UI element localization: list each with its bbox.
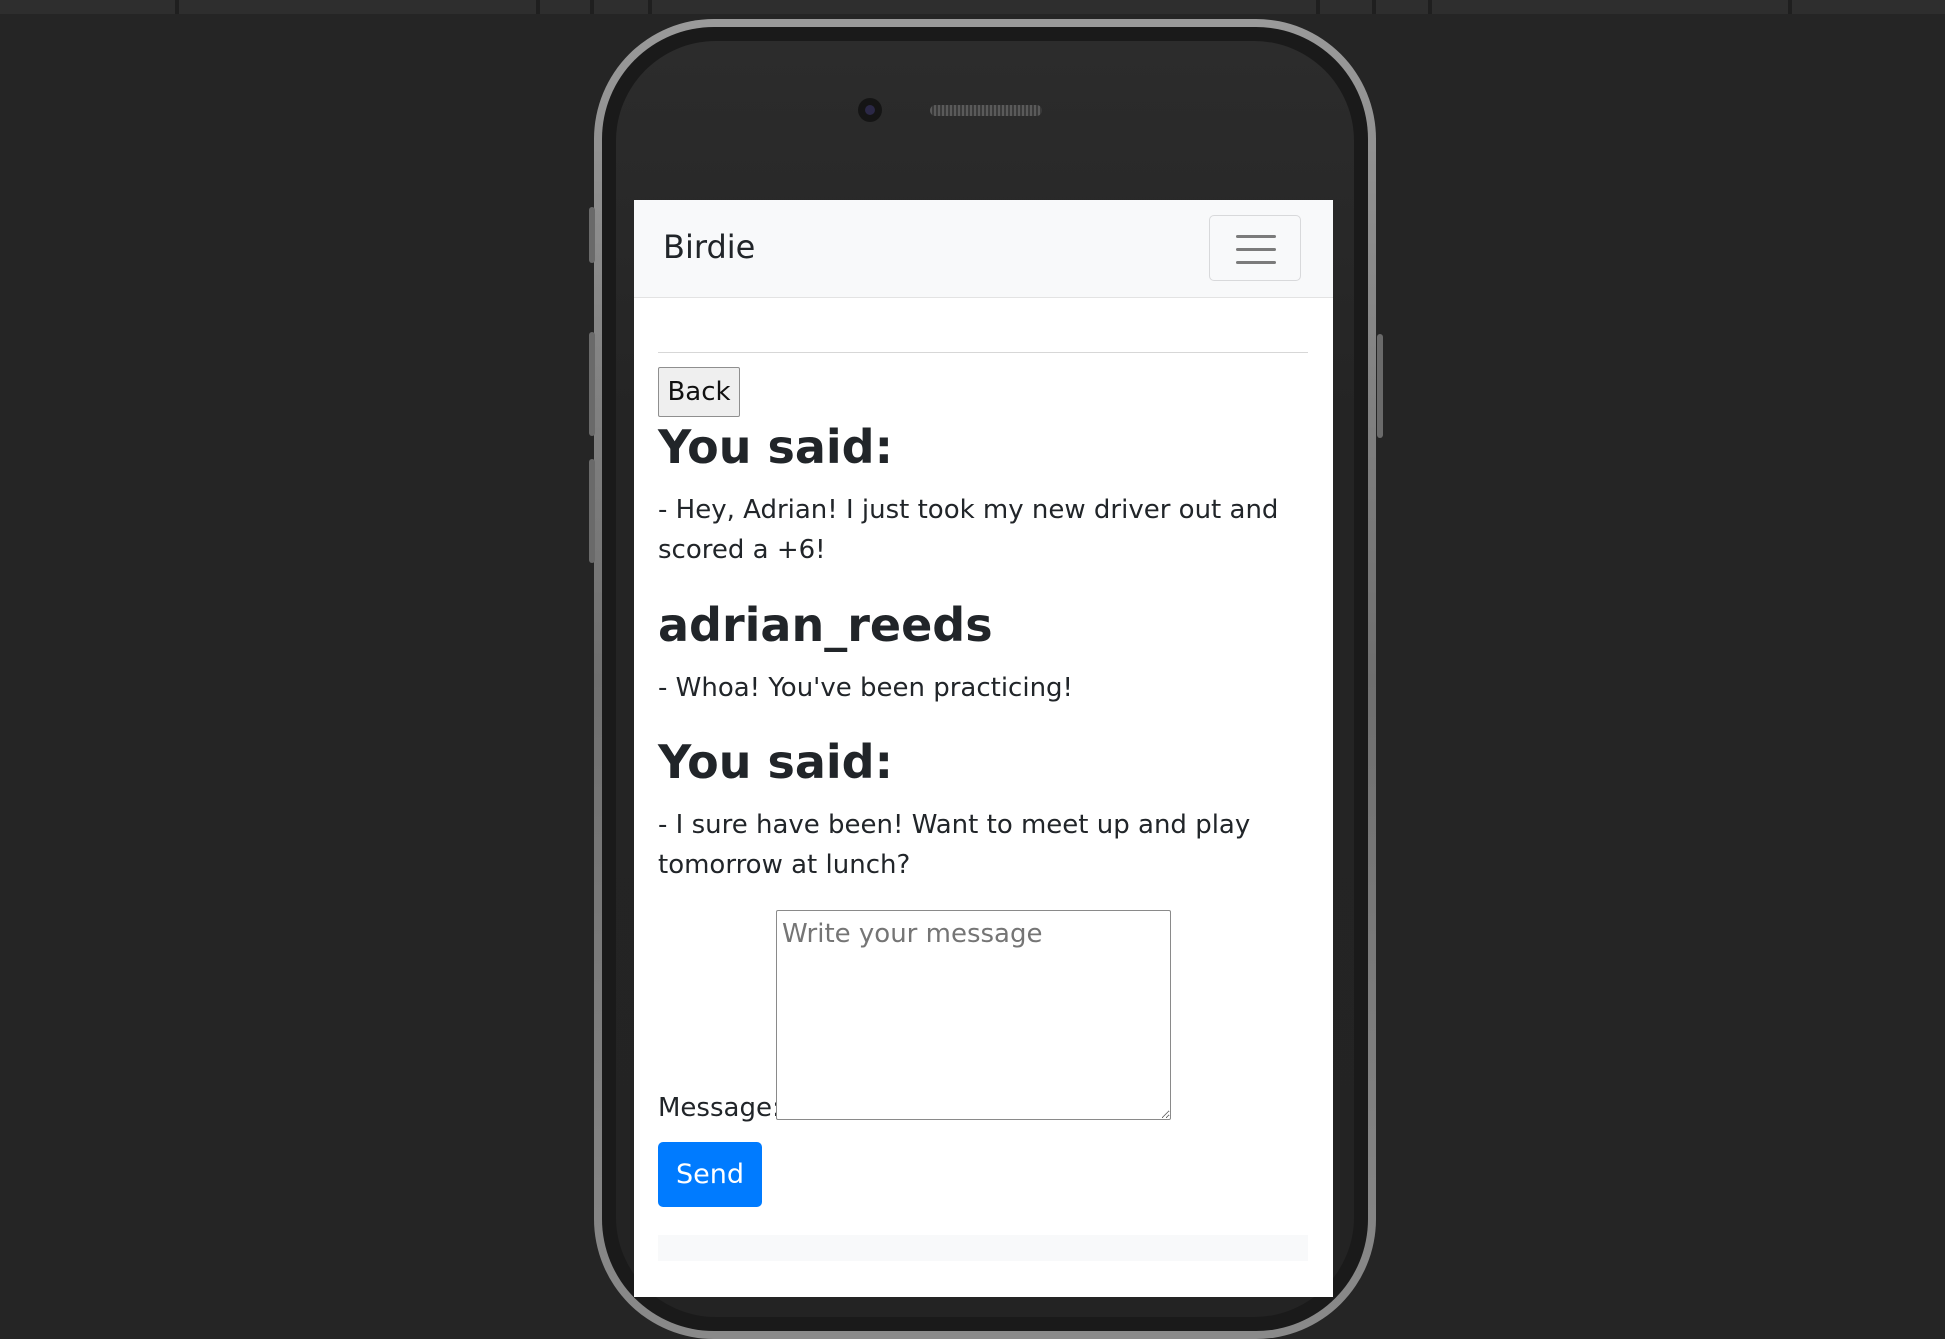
navbar: Birdie [634,200,1333,298]
divider [1788,0,1792,14]
menu-toggle-button[interactable] [1209,215,1301,281]
message-sender: adrian_reeds [658,598,993,652]
divider [1428,0,1432,14]
hamburger-icon [1236,235,1276,238]
divider [648,0,652,14]
divider [658,352,1308,353]
divider [175,0,179,14]
brand-link[interactable]: Birdie [663,228,755,266]
message-sender: You said: [658,420,893,474]
send-button[interactable]: Send [658,1142,762,1207]
message-text: - I sure have been! Want to meet up and … [658,810,1251,880]
divider [1316,0,1320,14]
front-camera [858,98,882,122]
phone-screen: Birdie Back You said: - Hey, Adrian! I j… [634,200,1333,1297]
divider [1372,0,1376,14]
footer [658,1235,1308,1261]
message-label: Message: [658,1093,781,1123]
earpiece-speaker [930,105,1042,116]
divider [590,0,594,14]
top-strip [0,0,1945,14]
message-input[interactable] [776,910,1171,1120]
hamburger-icon [1236,261,1276,264]
message-text: - Whoa! You've been practicing! [658,673,1073,703]
message-text: - Hey, Adrian! I just took my new driver… [658,495,1279,565]
power-button [1377,334,1383,438]
volume-up-button [589,332,595,436]
back-button[interactable]: Back [658,367,740,417]
divider [536,0,540,14]
hamburger-icon [1236,248,1276,251]
mute-switch [589,207,595,263]
message-sender: You said: [658,735,893,789]
volume-down-button [589,459,595,563]
